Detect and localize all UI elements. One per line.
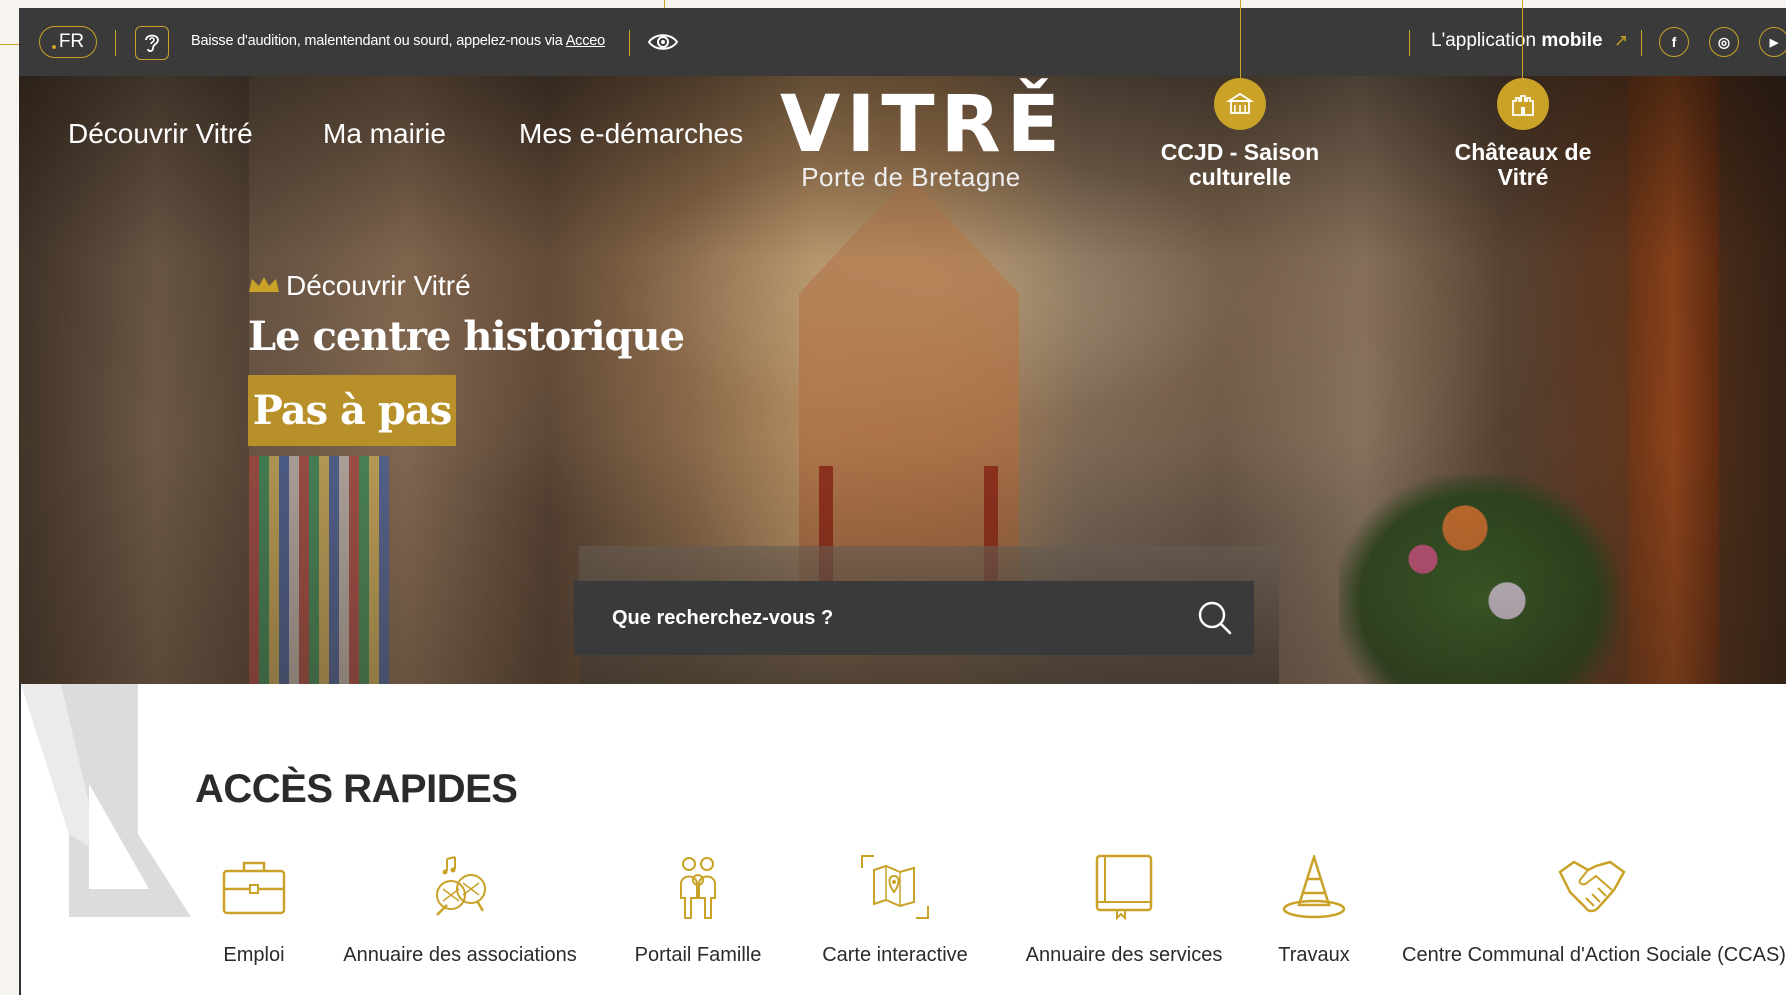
quick-access-label: Carte interactive xyxy=(822,944,968,966)
mobile-app-link[interactable]: L'application mobile ↗ xyxy=(1431,30,1628,52)
connector-line xyxy=(1240,0,1241,78)
divider xyxy=(629,30,630,56)
accessibility-notice: Baisse d'audition, malentendant ou sourd… xyxy=(191,33,605,49)
castle-icon xyxy=(1497,78,1549,130)
quick-access-travaux[interactable]: Travaux xyxy=(1272,852,1356,967)
youtube-icon[interactable]: ▶ xyxy=(1759,27,1786,57)
header-link-label: CCJD - Saison xyxy=(1160,139,1320,165)
connector-line xyxy=(1522,0,1523,78)
briefcase-icon xyxy=(202,852,306,922)
external-link-icon: ↗ xyxy=(1613,31,1629,50)
connector-line xyxy=(664,0,665,8)
left-margin xyxy=(0,0,19,995)
map-icon xyxy=(815,852,975,922)
quick-access-label: Centre Communal d'Action Sociale (CCAS) xyxy=(1402,944,1786,966)
decorative-v-shape xyxy=(21,684,191,917)
quick-access-carte-interactive[interactable]: Carte interactive xyxy=(815,852,975,967)
nav-mes-edemarches[interactable]: Mes e-démarches xyxy=(519,118,743,150)
header-link-label: culturelle xyxy=(1188,164,1292,190)
quick-access-annuaire-services[interactable]: Annuaire des services xyxy=(1022,852,1226,967)
header-link-ccjd[interactable]: CCJD - Saison culturelle xyxy=(1150,78,1330,190)
nav-decouvrir-vitre[interactable]: Découvrir Vitré xyxy=(68,118,253,150)
crown-icon xyxy=(249,277,279,292)
quick-access-label: Annuaire des associations xyxy=(343,944,577,966)
quick-access-ccas[interactable]: Centre Communal d'Action Sociale (CCAS) xyxy=(1402,852,1786,967)
search-icon[interactable] xyxy=(1196,599,1234,637)
facebook-icon[interactable]: f xyxy=(1659,27,1689,57)
language-switcher[interactable]: FR xyxy=(39,26,97,58)
site-logo[interactable]: VITRĚ Porte de Bretagne xyxy=(780,80,1066,192)
family-icon xyxy=(630,852,766,922)
divider xyxy=(115,30,116,56)
quick-access-associations[interactable]: Annuaire des associations xyxy=(341,852,579,967)
quick-access-label: Travaux xyxy=(1278,944,1350,966)
accessibility-text: Baisse d'audition, malentendant ou sourd… xyxy=(191,33,563,49)
handshake-icon xyxy=(1402,852,1782,922)
logo-wordmark: VITRĚ xyxy=(780,80,1066,170)
quick-access-label: Annuaire des services xyxy=(1025,944,1223,966)
hero-title[interactable]: Le centre historique xyxy=(248,313,685,360)
header-link-chateaux[interactable]: Châteaux de Vitré xyxy=(1433,78,1613,190)
page: FR Baisse d'audition, malentendant ou so… xyxy=(0,0,1786,995)
language-label: FR xyxy=(58,31,85,52)
quick-access-title: ACCÈS RAPIDES xyxy=(195,767,518,811)
quick-access-portail-famille[interactable]: Portail Famille xyxy=(630,852,766,967)
search-bar xyxy=(574,581,1254,655)
nav-ma-mairie[interactable]: Ma mairie xyxy=(323,118,446,150)
acceo-link[interactable]: Acceo xyxy=(566,33,606,49)
quick-access-label: Emploi xyxy=(223,944,285,966)
app-link-bold: mobile xyxy=(1541,30,1603,51)
associations-icon xyxy=(341,852,579,922)
traffic-cone-icon xyxy=(1272,852,1356,922)
book-icon xyxy=(1022,852,1226,922)
eye-icon[interactable] xyxy=(647,30,679,59)
hero-kicker[interactable]: Découvrir Vitré xyxy=(286,270,471,302)
search-input[interactable] xyxy=(612,606,1172,630)
dot-icon xyxy=(51,45,56,49)
divider xyxy=(1409,30,1410,56)
header-link-label: Châteaux de xyxy=(1454,139,1592,165)
quick-access-label: Portail Famille xyxy=(634,944,762,966)
logo-subtitle: Porte de Bretagne xyxy=(801,162,1021,192)
quick-access-emploi[interactable]: Emploi xyxy=(202,852,306,967)
theatre-icon xyxy=(1214,78,1266,130)
left-border xyxy=(19,683,21,995)
hero-cta-button[interactable]: Pas à pas xyxy=(248,375,456,446)
header-link-label: Vitré xyxy=(1497,164,1549,190)
top-bar: FR Baisse d'audition, malentendant ou so… xyxy=(19,8,1786,76)
app-link-prefix: L'application xyxy=(1431,30,1537,51)
divider xyxy=(1641,30,1642,56)
instagram-icon[interactable]: ◎ xyxy=(1709,27,1739,57)
hearing-icon[interactable] xyxy=(135,26,169,60)
